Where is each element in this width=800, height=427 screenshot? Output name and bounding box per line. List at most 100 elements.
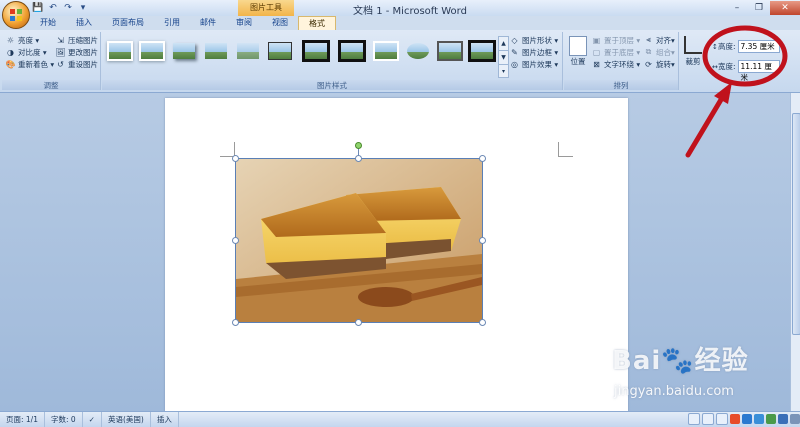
adjust-group-label: 调整 bbox=[2, 80, 100, 90]
ime-keyboard-icon[interactable] bbox=[766, 413, 776, 424]
quick-access-toolbar: 💾 ↶ ↷ ▾ bbox=[32, 1, 92, 14]
picture-tools-contextual-header: 图片工具 bbox=[238, 0, 294, 16]
style-rotated-white[interactable] bbox=[372, 40, 400, 62]
style-center-shadow[interactable] bbox=[468, 40, 496, 62]
ime-tools-icon[interactable] bbox=[790, 413, 800, 424]
status-language[interactable]: 英语(美国) bbox=[102, 412, 151, 427]
cheesecake-photo bbox=[236, 159, 482, 322]
height-field[interactable]: 7.35 厘米 bbox=[737, 40, 780, 53]
align-button[interactable]: ⫷ 对齐 ▾ bbox=[644, 34, 675, 46]
tab-home[interactable]: 开始 bbox=[30, 16, 66, 30]
text-wrap-icon: ⊠ bbox=[593, 59, 600, 69]
bring-to-front-button[interactable]: ▣ 置于顶层 ▾ bbox=[592, 34, 640, 46]
window-title: 文档 1 - Microsoft Word bbox=[353, 6, 467, 17]
rotate-button[interactable]: ⟳ 旋转 ▾ bbox=[644, 58, 675, 70]
resize-handle-top-right[interactable] bbox=[479, 155, 486, 162]
shape-icon: ◇ bbox=[511, 35, 518, 45]
picture-border-button[interactable]: ✎ 图片边框 ▾ bbox=[510, 46, 558, 58]
resize-handle-bottom-right[interactable] bbox=[479, 319, 486, 326]
view-web-layout-icon[interactable] bbox=[716, 412, 728, 425]
bring-front-icon: ▣ bbox=[592, 35, 601, 45]
styles-gallery-scroll[interactable]: ▲ ▼ ▾ bbox=[498, 36, 509, 78]
change-picture-button[interactable]: 🖼 更改图片 bbox=[55, 46, 98, 58]
office-button[interactable] bbox=[2, 1, 30, 29]
redo-icon[interactable]: ↷ bbox=[62, 2, 74, 14]
style-metal-frame[interactable] bbox=[436, 40, 464, 62]
arrange-group: 位置 ▣ 置于顶层 ▾ ▢ 置于底层 ▾ ⊠ 文字环绕 ▾ ⫷ 对齐 ▾ ⧉ 组合 ▾ ⟳ 旋转… bbox=[564, 32, 679, 90]
style-thick-matte-black[interactable] bbox=[302, 40, 330, 62]
resize-handle-top-left[interactable] bbox=[232, 155, 239, 162]
crop-icon bbox=[684, 36, 702, 54]
position-button[interactable]: 位置 bbox=[568, 36, 588, 67]
status-word-count[interactable]: 字数: 0 bbox=[45, 412, 83, 427]
style-soft-edge-rectangle[interactable] bbox=[234, 40, 262, 62]
gallery-more-icon[interactable]: ▾ bbox=[499, 65, 508, 78]
recolor-button[interactable]: 🎨 重新着色 ▾ bbox=[5, 58, 55, 70]
change-picture-icon: 🖼 bbox=[55, 47, 66, 57]
ime-settings-icon[interactable] bbox=[778, 413, 788, 424]
tab-references[interactable]: 引用 bbox=[154, 16, 190, 30]
contrast-button[interactable]: ◑ 对比度 ▾ bbox=[6, 46, 54, 58]
border-icon: ✎ bbox=[511, 47, 518, 57]
style-drop-shadow-rectangle[interactable] bbox=[170, 40, 198, 62]
close-button[interactable]: ✕ bbox=[770, 1, 800, 15]
ime-punct-icon[interactable] bbox=[754, 413, 764, 424]
inserted-picture[interactable] bbox=[235, 158, 483, 323]
tab-view[interactable]: 视图 bbox=[262, 16, 298, 30]
view-print-layout-icon[interactable] bbox=[688, 412, 700, 425]
group-icon: ⧉ bbox=[645, 47, 652, 56]
tab-page-layout[interactable]: 页面布局 bbox=[102, 16, 154, 30]
sogou-ime-icon[interactable] bbox=[730, 413, 740, 424]
style-double-frame[interactable] bbox=[266, 40, 294, 62]
tab-mailings[interactable]: 邮件 bbox=[190, 16, 226, 30]
status-insert-mode[interactable]: 插入 bbox=[151, 412, 179, 427]
width-spinner-icon[interactable]: ⬍ bbox=[781, 63, 786, 70]
undo-icon[interactable]: ↶ bbox=[47, 2, 59, 14]
scrollbar-thumb[interactable] bbox=[792, 113, 800, 335]
send-back-icon: ▢ bbox=[592, 47, 601, 57]
tab-format[interactable]: 格式 bbox=[298, 15, 336, 31]
office-logo-icon bbox=[10, 9, 22, 21]
brightness-icon: ☼ bbox=[6, 35, 15, 45]
view-full-screen-icon[interactable] bbox=[702, 412, 714, 425]
minimize-button[interactable]: – bbox=[726, 1, 748, 15]
style-soft-edge-oval[interactable] bbox=[404, 40, 432, 62]
window-controls: – ❐ ✕ bbox=[726, 0, 800, 16]
resize-handle-bottom-left[interactable] bbox=[232, 319, 239, 326]
resize-handle-right[interactable] bbox=[479, 237, 486, 244]
picture-shape-button[interactable]: ◇ 图片形状 ▾ bbox=[510, 34, 558, 46]
gallery-down-icon[interactable]: ▼ bbox=[499, 51, 508, 65]
gallery-up-icon[interactable]: ▲ bbox=[499, 37, 508, 51]
style-simple-frame-black[interactable] bbox=[338, 40, 366, 62]
rotate-icon: ⟳ bbox=[645, 59, 652, 69]
group-button[interactable]: ⧉ 组合 ▾ bbox=[644, 46, 675, 58]
crop-button[interactable]: 裁剪 bbox=[682, 36, 704, 67]
reset-picture-button[interactable]: ↺ 重设图片 bbox=[56, 58, 98, 70]
style-reflected-rectangle[interactable] bbox=[202, 40, 230, 62]
text-wrap-button[interactable]: ⊠ 文字环绕 ▾ bbox=[592, 58, 640, 70]
style-simple-frame-white[interactable] bbox=[106, 40, 134, 62]
proofing-icon[interactable]: ✓ bbox=[83, 412, 102, 427]
restore-button[interactable]: ❐ bbox=[748, 1, 770, 15]
style-beveled-matte-white[interactable] bbox=[138, 40, 166, 62]
save-icon[interactable]: 💾 bbox=[32, 2, 44, 14]
width-field[interactable]: 11.11 厘米 bbox=[737, 60, 780, 82]
recolor-icon: 🎨 bbox=[5, 59, 16, 69]
tab-review[interactable]: 审阅 bbox=[226, 16, 262, 30]
status-page[interactable]: 页面: 1/1 bbox=[0, 412, 45, 427]
compress-pictures-button[interactable]: ⇲ 压缩图片 bbox=[56, 34, 98, 46]
rotate-handle[interactable] bbox=[355, 142, 362, 149]
tab-insert[interactable]: 插入 bbox=[66, 16, 102, 30]
customize-qat-icon[interactable]: ▾ bbox=[77, 2, 89, 14]
resize-handle-left[interactable] bbox=[232, 237, 239, 244]
send-to-back-button[interactable]: ▢ 置于底层 ▾ bbox=[592, 46, 640, 58]
brightness-button[interactable]: ☼ 亮度 ▾ bbox=[6, 34, 54, 46]
resize-handle-bottom[interactable] bbox=[355, 319, 362, 326]
height-spinner-icon[interactable]: ⬍ bbox=[781, 43, 786, 50]
ime-mode-icon[interactable] bbox=[742, 413, 752, 424]
adjust-right-column: ⇲ 压缩图片 🖼 更改图片 ↺ 重设图片 bbox=[55, 34, 98, 70]
align-icon: ⫷ bbox=[646, 35, 651, 44]
resize-handle-top[interactable] bbox=[355, 155, 362, 162]
contrast-icon: ◑ bbox=[7, 47, 14, 57]
picture-effects-button[interactable]: ◎ 图片效果 ▾ bbox=[510, 58, 558, 70]
